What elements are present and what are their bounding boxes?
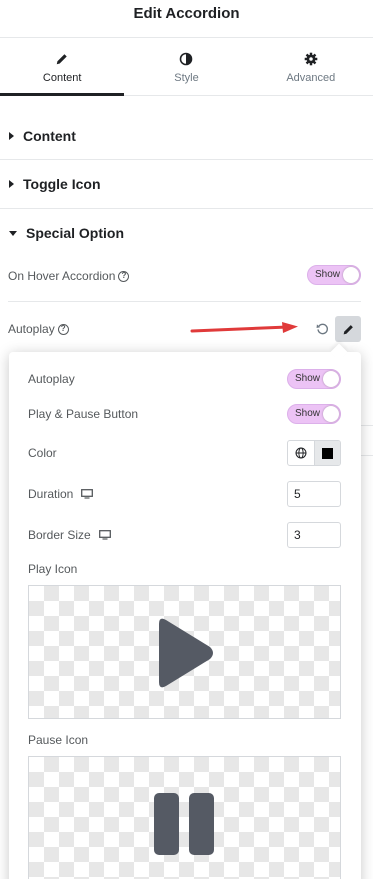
divider bbox=[361, 455, 373, 456]
section-toggle-icon-title: Toggle Icon bbox=[23, 176, 101, 192]
global-color-button[interactable] bbox=[288, 441, 315, 465]
pencil-icon bbox=[343, 324, 353, 334]
hover-accordion-label: On Hover Accordion bbox=[8, 269, 116, 283]
pause-icon-picker[interactable] bbox=[28, 756, 341, 879]
help-icon[interactable]: ? bbox=[57, 323, 69, 335]
border-size-label: Border Size bbox=[28, 528, 91, 542]
panel-header: Edit Accordion bbox=[0, 0, 373, 38]
toggle-label: Show bbox=[295, 408, 321, 419]
play-icon-picker[interactable] bbox=[28, 585, 341, 719]
pause-icon bbox=[154, 793, 214, 855]
duration-input[interactable]: 5 bbox=[287, 481, 341, 507]
toggle-knob bbox=[343, 267, 359, 283]
color-swatch bbox=[321, 447, 333, 459]
desktop-icon[interactable] bbox=[98, 530, 111, 540]
pencil-icon bbox=[56, 54, 67, 65]
red-arrow-annotation bbox=[190, 322, 298, 333]
caret-down-icon bbox=[9, 230, 17, 236]
caret-right-icon bbox=[9, 131, 14, 140]
autoplay-popover: Autoplay Show Play & Pause Button Show C… bbox=[9, 352, 361, 879]
section-special-option[interactable]: Special Option bbox=[0, 209, 373, 257]
popover-autoplay-toggle[interactable]: Show bbox=[287, 369, 341, 389]
duration-label: Duration bbox=[28, 487, 74, 501]
globe-icon bbox=[295, 447, 307, 459]
play-icon-label: Play Icon bbox=[28, 562, 78, 576]
toggle-label: Show bbox=[295, 373, 321, 384]
tab-content[interactable]: Content bbox=[0, 38, 125, 96]
caret-right-icon bbox=[9, 180, 14, 188]
toggle-knob bbox=[323, 406, 339, 422]
edit-popover-button[interactable] bbox=[335, 316, 361, 342]
tab-advanced[interactable]: Advanced bbox=[249, 38, 373, 95]
section-content-title: Content bbox=[23, 127, 76, 144]
color-label: Color bbox=[28, 446, 57, 460]
desktop-icon[interactable] bbox=[81, 489, 94, 499]
border-size-row: Border Size bbox=[28, 528, 111, 542]
tab-style-label: Style bbox=[174, 72, 199, 84]
hover-accordion-toggle[interactable]: Show bbox=[307, 265, 361, 285]
panel-title: Edit Accordion bbox=[133, 5, 240, 22]
tab-content-label: Content bbox=[42, 72, 82, 84]
color-control bbox=[287, 440, 341, 466]
toggle-knob bbox=[323, 371, 339, 387]
pause-icon-label: Pause Icon bbox=[28, 733, 89, 747]
divider bbox=[361, 425, 373, 426]
tab-style[interactable]: Style bbox=[124, 38, 248, 95]
section-content[interactable]: Content bbox=[0, 112, 373, 160]
tab-bar: Content Style Advanced bbox=[0, 38, 373, 96]
autoplay-row: Autoplay ? bbox=[8, 319, 361, 339]
hover-toggle-label: Show bbox=[315, 269, 341, 280]
play-pause-toggle[interactable]: Show bbox=[287, 404, 341, 424]
color-swatch-button[interactable] bbox=[314, 441, 340, 465]
tab-advanced-label: Advanced bbox=[286, 72, 336, 84]
half-circle-icon bbox=[180, 52, 193, 66]
play-icon bbox=[159, 618, 213, 688]
section-toggle-icon[interactable]: Toggle Icon bbox=[0, 160, 373, 209]
play-pause-label: Play & Pause Button bbox=[28, 407, 139, 421]
gear-icon bbox=[304, 52, 318, 66]
help-icon[interactable]: ? bbox=[118, 270, 130, 282]
reset-icon[interactable] bbox=[316, 322, 329, 335]
divider bbox=[8, 301, 361, 302]
autoplay-label: Autoplay bbox=[8, 322, 55, 336]
section-special-option-title: Special Option bbox=[26, 225, 125, 241]
border-size-input[interactable]: 3 bbox=[287, 522, 341, 548]
popover-autoplay-label: Autoplay bbox=[28, 372, 75, 386]
duration-row: Duration bbox=[28, 487, 94, 501]
